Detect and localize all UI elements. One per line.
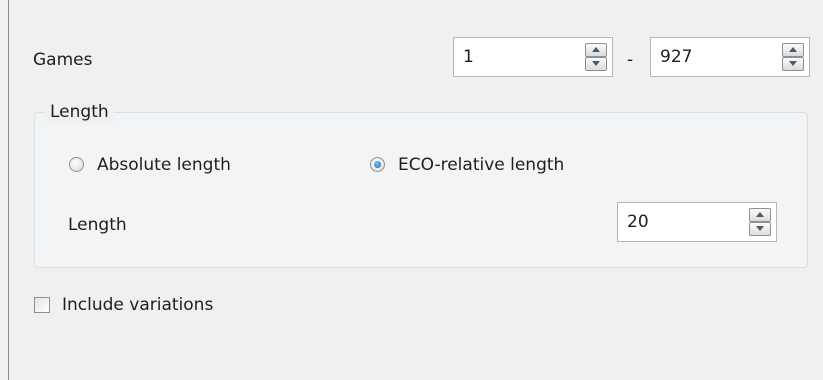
length-spin-buttons [749, 208, 771, 236]
dialog-panel: Games 1 - 927 Length Absolute length ECO… [0, 0, 823, 380]
length-up-arrow-icon[interactable] [749, 208, 771, 222]
absolute-length-radio[interactable] [69, 157, 84, 172]
games-to-down-arrow-icon[interactable] [782, 57, 804, 71]
games-from-spin-buttons [585, 43, 607, 71]
games-to-spin-buttons [782, 43, 804, 71]
games-range-separator: - [627, 50, 634, 70]
games-to-value[interactable]: 927 [660, 47, 692, 67]
length-group-title: Length [45, 102, 114, 122]
eco-relative-length-radio[interactable] [370, 157, 385, 172]
include-variations-checkbox[interactable] [34, 297, 50, 313]
length-spinner[interactable]: 20 [617, 202, 777, 242]
length-down-arrow-icon[interactable] [749, 222, 771, 236]
games-to-up-arrow-icon[interactable] [782, 43, 804, 57]
length-label: Length [68, 215, 127, 235]
games-label: Games [33, 50, 93, 70]
include-variations-label[interactable]: Include variations [62, 295, 213, 315]
length-value[interactable]: 20 [627, 212, 649, 232]
games-from-value[interactable]: 1 [463, 47, 474, 67]
games-from-down-arrow-icon[interactable] [585, 57, 607, 71]
absolute-length-label[interactable]: Absolute length [97, 155, 231, 175]
left-border [8, 0, 9, 380]
games-to-spinner[interactable]: 927 [650, 37, 810, 77]
games-from-up-arrow-icon[interactable] [585, 43, 607, 57]
length-groupbox [34, 112, 808, 268]
eco-relative-length-label[interactable]: ECO-relative length [398, 155, 564, 175]
games-from-spinner[interactable]: 1 [453, 37, 613, 77]
